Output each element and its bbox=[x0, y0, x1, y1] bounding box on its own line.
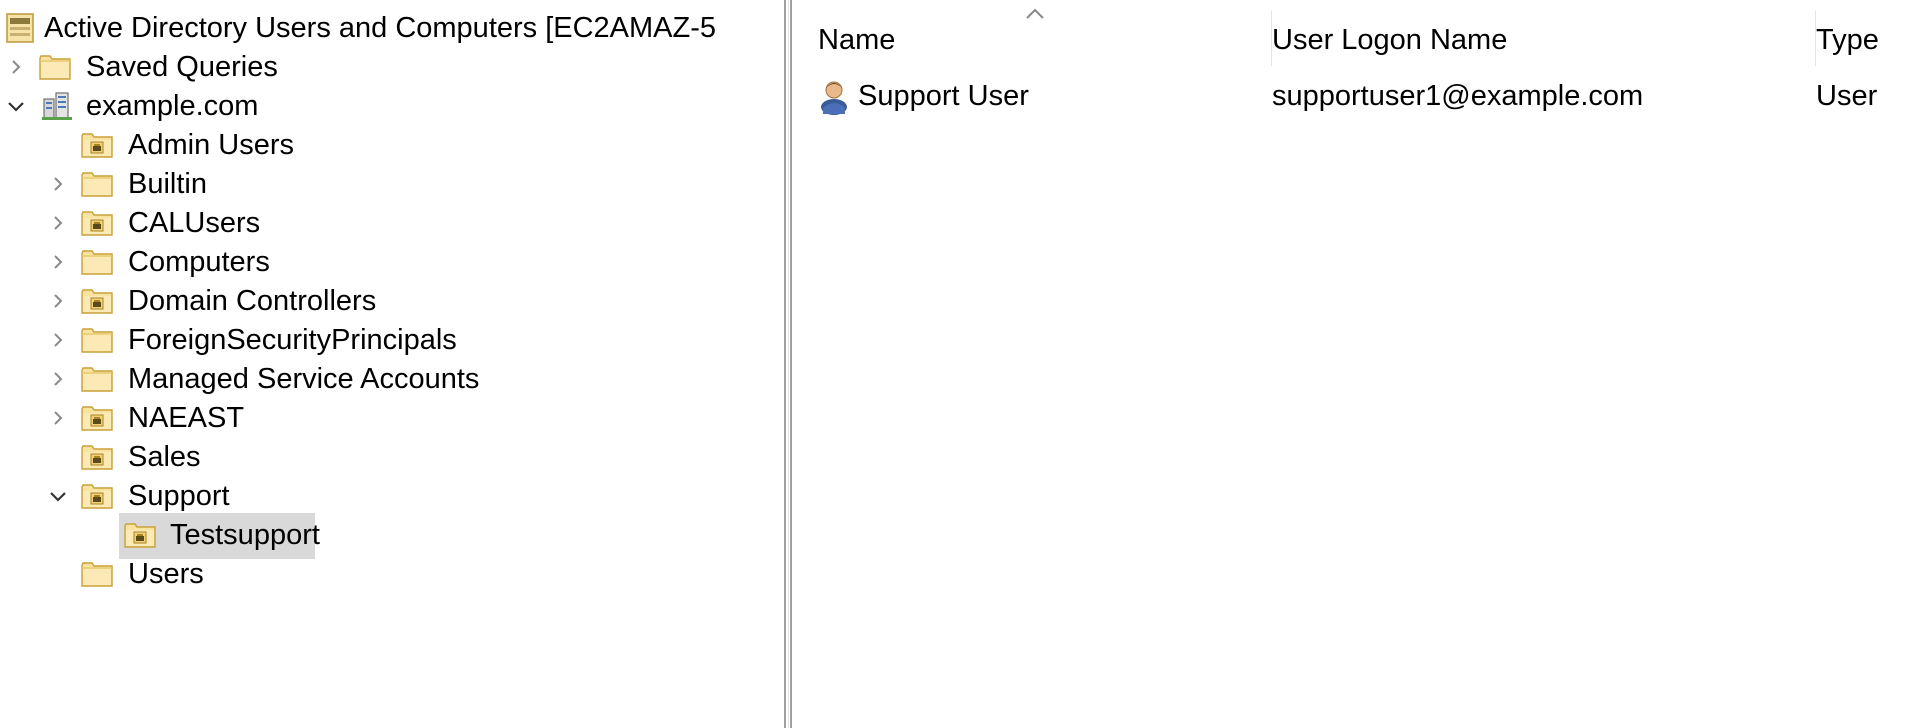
folder-icon bbox=[80, 362, 114, 396]
organizational-unit-icon bbox=[80, 128, 114, 162]
chevron-right-icon[interactable] bbox=[47, 173, 69, 195]
chevron-right-icon[interactable] bbox=[47, 329, 69, 351]
tree-item-users[interactable]: Users bbox=[0, 550, 786, 598]
chevron-down-icon[interactable] bbox=[47, 485, 69, 507]
chevron-right-icon[interactable] bbox=[47, 407, 69, 429]
chevron-right-icon[interactable] bbox=[47, 290, 69, 312]
sort-ascending-icon bbox=[1022, 6, 1048, 22]
folder-icon bbox=[80, 557, 114, 591]
cell-logon: supportuser1@example.com bbox=[1272, 80, 1644, 112]
chevron-right-icon[interactable] bbox=[47, 368, 69, 390]
folder-icon bbox=[80, 323, 114, 357]
chevron-right-icon[interactable] bbox=[47, 251, 69, 273]
organizational-unit-icon bbox=[80, 206, 114, 240]
organizational-unit-icon bbox=[80, 284, 114, 318]
tree-item-label: Users bbox=[128, 558, 204, 590]
chevron-down-icon[interactable] bbox=[5, 95, 27, 117]
organizational-unit-icon bbox=[80, 440, 114, 474]
organizational-unit-icon bbox=[123, 518, 157, 552]
column-header-logon[interactable]: User Logon Name bbox=[1272, 0, 1816, 68]
folder-icon bbox=[80, 245, 114, 279]
snapin-root-icon bbox=[4, 11, 38, 45]
column-header-type[interactable]: Type bbox=[1816, 0, 1918, 68]
user-icon bbox=[816, 76, 852, 116]
column-header-label: User Logon Name bbox=[1272, 24, 1508, 56]
organizational-unit-icon bbox=[80, 479, 114, 513]
console-tree[interactable]: Active Directory Users and Computers [EC… bbox=[0, 0, 786, 728]
results-list[interactable]: Name User Logon Name Type Support User s… bbox=[794, 0, 1918, 728]
domain-icon bbox=[40, 89, 74, 123]
column-header-label: Type bbox=[1816, 24, 1879, 56]
chevron-right-icon[interactable] bbox=[5, 56, 27, 78]
column-header-label: Name bbox=[818, 24, 896, 56]
organizational-unit-icon bbox=[80, 401, 114, 435]
cell-type: User bbox=[1816, 80, 1878, 112]
chevron-right-icon[interactable] bbox=[47, 212, 69, 234]
pane-splitter[interactable] bbox=[784, 0, 794, 728]
cell-name: Support User bbox=[858, 80, 1029, 112]
folder-icon bbox=[38, 50, 72, 84]
folder-icon bbox=[80, 167, 114, 201]
